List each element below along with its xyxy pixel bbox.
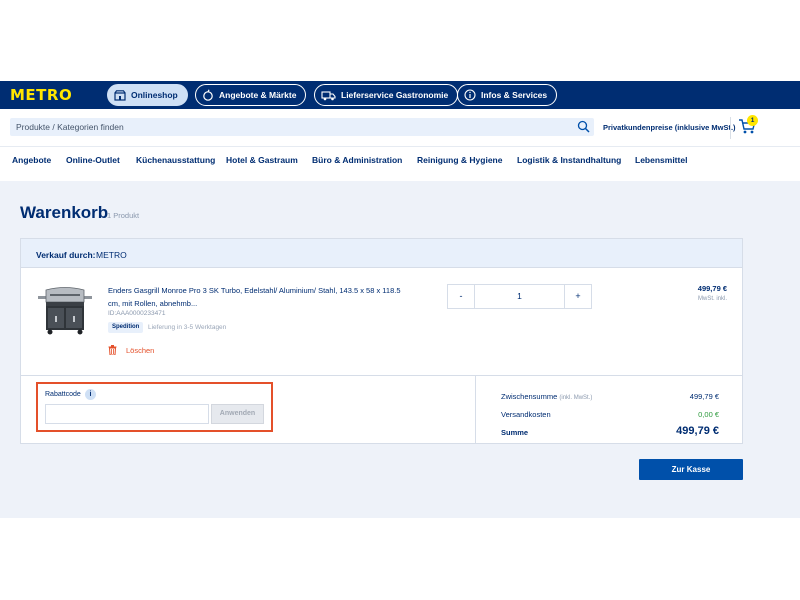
category-online-outlet[interactable]: Online-Outlet — [66, 155, 120, 165]
category-buero-administration[interactable]: Büro & Administration — [312, 155, 402, 165]
search-row: Produkte / Kategorien finden Privatkunde… — [0, 109, 800, 147]
coupon-section: Rabattcode i Anwenden — [36, 382, 273, 432]
search-icon[interactable] — [577, 120, 590, 133]
category-angebote[interactable]: Angebote — [12, 155, 51, 165]
subtotal-label-text: Zwischensumme — [501, 392, 558, 401]
product-name-link[interactable]: Enders Gasgrill Monroe Pro 3 SK Turbo, E… — [108, 284, 408, 310]
coupon-code-input[interactable] — [45, 404, 209, 424]
search-input[interactable]: Produkte / Kategorien finden — [10, 118, 594, 136]
search-placeholder: Produkte / Kategorien finden — [16, 122, 124, 132]
quantity-input[interactable]: 1 — [475, 285, 564, 308]
tab-lieferservice[interactable]: Lieferservice Gastronomie — [314, 84, 459, 106]
info-circle-icon — [464, 89, 476, 101]
category-lebensmittel[interactable]: Lebensmittel — [635, 155, 687, 165]
tab-onlineshop[interactable]: Onlineshop — [107, 84, 188, 106]
quantity-increase-button[interactable]: + — [564, 285, 591, 308]
seller-name: METRO — [96, 250, 127, 260]
seller-label: Verkauf durch: — [36, 250, 96, 260]
tab-label: Onlineshop — [131, 90, 178, 100]
shipping-value: 0,00 € — [698, 410, 719, 419]
product-count: 1 Produkt — [107, 211, 140, 220]
divider — [21, 375, 742, 376]
cart-card: Verkauf durch: METRO Enders Gasgrill Mon… — [20, 238, 743, 444]
shipping-badge: Spedition — [108, 322, 144, 333]
category-logistik-instandhaltung[interactable]: Logistik & Instandhaltung — [517, 155, 621, 165]
shop-icon — [114, 89, 126, 101]
total-value: 499,79 € — [676, 425, 719, 437]
apply-coupon-button[interactable]: Anwenden — [211, 404, 264, 424]
delivery-time: Lieferung in 3-5 Werktagen — [148, 324, 227, 331]
product-id: ID:AAA0000233471 — [108, 310, 166, 317]
checkout-button[interactable]: Zur Kasse — [639, 459, 743, 480]
tab-label: Angebote & Märkte — [219, 90, 297, 100]
subtotal-note: (inkl. MwSt.) — [559, 395, 593, 401]
info-icon[interactable]: i — [85, 389, 96, 400]
item-tax-note: MwSt. inkl. — [697, 296, 727, 302]
category-kuechenausstattung[interactable]: Küchenausstattung — [136, 155, 215, 165]
trash-icon — [108, 345, 117, 355]
delete-label: Löschen — [126, 345, 155, 355]
metro-logo[interactable]: METRO — [10, 86, 72, 104]
category-nav: Angebote Online-Outlet Küchenausstattung… — [0, 148, 800, 172]
page: METRO Onlineshop Angebote & Märkte Liefe… — [0, 0, 800, 600]
total-label: Summe — [501, 428, 529, 437]
top-nav-bar: METRO Onlineshop Angebote & Märkte Liefe… — [0, 81, 800, 109]
delete-button[interactable]: Löschen — [108, 345, 154, 355]
category-hotel-gastraum[interactable]: Hotel & Gastraum — [226, 155, 298, 165]
price-mode-toggle[interactable]: Privatkundenpreise (inklusive MwSt.) — [603, 123, 736, 132]
tab-angebote-maerkte[interactable]: Angebote & Märkte — [195, 84, 307, 106]
seller-header: Verkauf durch: METRO — [21, 239, 742, 268]
subtotal-label: Zwischensumme (inkl. MwSt.) — [501, 392, 592, 401]
item-price: 499,79 € — [697, 284, 727, 293]
tab-infos-services[interactable]: Infos & Services — [457, 84, 558, 106]
quantity-stepper: - 1 + — [447, 284, 592, 309]
cart-count-badge: 1 — [747, 115, 758, 126]
page-title: Warenkorb — [20, 203, 109, 222]
subtotal-value: 499,79 € — [689, 392, 719, 401]
divider — [730, 117, 731, 139]
tab-label: Lieferservice Gastronomie — [341, 90, 449, 100]
product-image[interactable] — [36, 286, 94, 336]
quantity-decrease-button[interactable]: - — [448, 285, 475, 308]
apple-icon — [203, 89, 213, 101]
coupon-label: Rabattcode — [45, 391, 81, 398]
tab-label: Infos & Services — [481, 90, 548, 100]
category-reinigung-hygiene[interactable]: Reinigung & Hygiene — [417, 155, 502, 165]
shipping-label: Versandkosten — [501, 410, 551, 419]
cart-page: Warenkorb 1 Produkt Verkauf durch: METRO — [0, 181, 800, 518]
divider — [475, 376, 476, 444]
delivery-truck-icon — [321, 90, 336, 100]
